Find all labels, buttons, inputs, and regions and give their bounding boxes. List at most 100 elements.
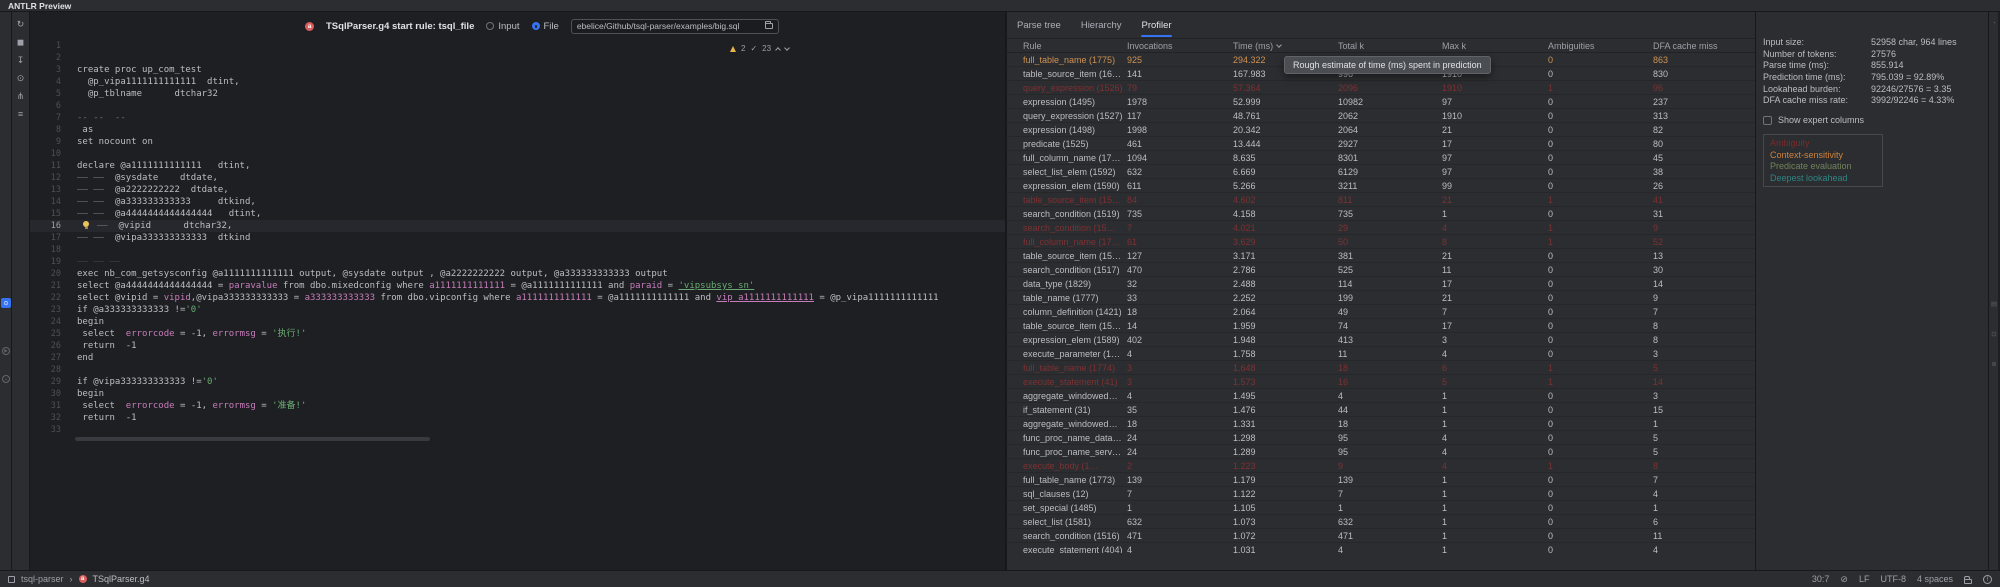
table-row[interactable]: set_special (1485)11.1051101 xyxy=(1007,501,1755,515)
refresh-icon[interactable]: ↻ xyxy=(15,19,27,30)
table-row[interactable]: table_source_item (15…1273.17138121013 xyxy=(1007,249,1755,263)
column-header[interactable]: Invocations xyxy=(1127,41,1233,51)
code-line[interactable]: 5 @p_tblname dtchar32 xyxy=(30,88,1005,100)
tab-parse-tree[interactable]: Parse tree xyxy=(1017,12,1061,38)
column-header[interactable]: Ambiguities xyxy=(1548,41,1653,51)
code-line[interactable]: 15―― ―― @a4444444444444444 dtint, xyxy=(30,208,1005,220)
table-row[interactable]: query_expression (1526)7957.364209619101… xyxy=(1007,81,1755,95)
inspection-widget[interactable]: 2 ✓ 23 xyxy=(730,44,789,53)
line-ending[interactable]: LF xyxy=(1859,574,1870,584)
table-row[interactable]: if_statement (31)351.476441015 xyxy=(1007,403,1755,417)
table-row[interactable]: full_column_name (17…613.629508152 xyxy=(1007,235,1755,249)
table-row[interactable]: table_source_item (15…141.959741708 xyxy=(1007,319,1755,333)
table-row[interactable]: aggregate_windowed…41.4954103 xyxy=(1007,389,1755,403)
code-line[interactable]: 20exec nb_com_getsysconfig @a11111111111… xyxy=(30,268,1005,280)
list-icon[interactable]: ≡ xyxy=(15,109,27,120)
table-row[interactable]: search_condition (1516)4711.0724711011 xyxy=(1007,529,1755,543)
code-line[interactable]: 9set nocount on xyxy=(30,136,1005,148)
table-row[interactable]: expression_elem (1589)4021.948413308 xyxy=(1007,333,1755,347)
tab-hierarchy[interactable]: Hierarchy xyxy=(1081,12,1122,38)
table-row[interactable]: expression_elem (1590)6115.266321199026 xyxy=(1007,179,1755,193)
input-radio[interactable]: Input xyxy=(486,21,519,32)
breadcrumb-project[interactable]: tsql-parser xyxy=(21,574,64,584)
next-issue-icon[interactable] xyxy=(784,45,790,51)
code-line[interactable]: 26 return -1 xyxy=(30,340,1005,352)
column-header[interactable]: DFA cache miss xyxy=(1653,41,1755,51)
debug-toolwindow-button[interactable]: A xyxy=(2,375,10,383)
code-line[interactable]: 29if @vipa333333333333 !='0' xyxy=(30,376,1005,388)
table-row[interactable]: sql_clauses (12)71.1227104 xyxy=(1007,487,1755,501)
code-line[interactable]: 19―― ―― ―― xyxy=(30,256,1005,268)
column-header[interactable]: Time (ms) xyxy=(1233,41,1338,51)
breadcrumb-file[interactable]: TSqlParser.g4 xyxy=(93,574,150,584)
file-radio-circle[interactable] xyxy=(532,22,540,30)
code-line[interactable]: 2 xyxy=(30,52,1005,64)
no-wrap-icon[interactable]: ⊘ xyxy=(1840,574,1848,585)
table-row[interactable]: full_column_name (17…10948.635830197045 xyxy=(1007,151,1755,165)
code-line[interactable]: 32 return -1 xyxy=(30,412,1005,424)
hierarchy-icon[interactable]: ⋔ xyxy=(15,91,27,102)
code-area[interactable]: 123create proc up_com_test4 @p_vipa11111… xyxy=(30,40,1005,436)
code-line[interactable]: 4 @p_vipa1111111111111 dtint, xyxy=(30,76,1005,88)
plugin-icon[interactable]: ⊡ xyxy=(1990,330,1998,338)
table-row[interactable]: query_expression (1527)11748.76120621910… xyxy=(1007,109,1755,123)
checkbox-icon[interactable] xyxy=(1763,116,1772,125)
table-row[interactable]: column_definition (1421)182.06449707 xyxy=(1007,305,1755,319)
code-line[interactable]: 24begin xyxy=(30,316,1005,328)
table-row[interactable]: expression (1495)197852.99910982970237 xyxy=(1007,95,1755,109)
code-line[interactable]: 27end xyxy=(30,352,1005,364)
info-icon[interactable]: ! xyxy=(1983,575,1992,584)
readonly-lock-icon[interactable] xyxy=(1964,579,1972,584)
horizontal-scrollbar[interactable] xyxy=(75,437,430,441)
table-row[interactable]: execute_parameter (1…41.75811403 xyxy=(1007,347,1755,361)
code-line[interactable]: 8 as xyxy=(30,124,1005,136)
code-line[interactable]: 28 xyxy=(30,364,1005,376)
file-path-field[interactable]: ebelice/Github/tsql-parser/examples/big.… xyxy=(571,19,779,34)
table-row[interactable]: execute_statement (41)31.573165114 xyxy=(1007,375,1755,389)
code-line[interactable]: 16 ―― @vipid dtchar32, xyxy=(30,220,1005,232)
code-line[interactable]: 11declare @a1111111111111 dtint, xyxy=(30,160,1005,172)
table-row[interactable]: predicate (1525)46113.444292717080 xyxy=(1007,137,1755,151)
code-line[interactable]: 6 xyxy=(30,100,1005,112)
code-line[interactable]: 10 xyxy=(30,148,1005,160)
column-header[interactable]: Total k xyxy=(1338,41,1442,51)
database-icon[interactable]: ▤ xyxy=(1990,300,1998,308)
table-row[interactable]: func_proc_name_data…241.29895405 xyxy=(1007,431,1755,445)
project-icon[interactable] xyxy=(8,576,15,583)
table-row[interactable]: full_table_name (1774)31.64818615 xyxy=(1007,361,1755,375)
code-line[interactable]: 13―― ―― @a2222222222 dtdate, xyxy=(30,184,1005,196)
caret-position[interactable]: 30:7 xyxy=(1812,574,1830,584)
code-line[interactable]: 21select @a4444444444444444 = paravalue … xyxy=(30,280,1005,292)
column-header[interactable]: Rule xyxy=(1007,41,1127,51)
code-line[interactable]: 18 xyxy=(30,244,1005,256)
code-line[interactable]: 23if @a333333333333 !='0' xyxy=(30,304,1005,316)
locate-icon[interactable]: ⊙ xyxy=(15,73,27,84)
scroll-to-source-icon[interactable]: ↧ xyxy=(15,55,27,66)
table-row[interactable]: execute_body (1…21.2239418 xyxy=(1007,459,1755,473)
todo-icon[interactable]: ≣ xyxy=(1990,360,1998,368)
profiler-table-header[interactable]: RuleInvocationsTime (ms)Total kMax kAmbi… xyxy=(1007,38,1755,53)
code-line[interactable]: 22select @vipid = vipid,@vipa33333333333… xyxy=(30,292,1005,304)
code-line[interactable]: 33 xyxy=(30,424,1005,436)
notifications-icon[interactable]: ◔ xyxy=(1990,20,1998,27)
code-line[interactable]: 25 select errorcode = -1, errormsg = '执行… xyxy=(30,328,1005,340)
table-row[interactable]: data_type (1829)322.48811417014 xyxy=(1007,277,1755,291)
code-line[interactable]: 14―― ―― @a333333333333 dtkind, xyxy=(30,196,1005,208)
file-encoding[interactable]: UTF-8 xyxy=(1880,574,1906,584)
table-row[interactable]: search_condition (1519)7354.1587351031 xyxy=(1007,207,1755,221)
folder-icon[interactable] xyxy=(765,23,773,29)
stop-icon[interactable]: ◼ xyxy=(15,37,27,48)
table-row[interactable]: search_condition (1517)4702.78652511030 xyxy=(1007,263,1755,277)
antlr-preview-toolwindow-button[interactable]: ⊙ xyxy=(1,298,11,308)
table-row[interactable]: table_name (1777)332.2521992109 xyxy=(1007,291,1755,305)
input-radio-circle[interactable] xyxy=(486,22,494,30)
indent-setting[interactable]: 4 spaces xyxy=(1917,574,1953,584)
table-row[interactable]: table_source_item (15…844.60281121141 xyxy=(1007,193,1755,207)
intention-bulb-icon[interactable] xyxy=(82,220,91,230)
code-line[interactable]: 30begin xyxy=(30,388,1005,400)
table-row[interactable]: aggregate_windowed…181.33118101 xyxy=(1007,417,1755,431)
column-header[interactable]: Max k xyxy=(1442,41,1548,51)
table-row[interactable]: search_condition (15…74.02129419 xyxy=(1007,221,1755,235)
table-row[interactable]: func_proc_name_serv…241.28995405 xyxy=(1007,445,1755,459)
table-row[interactable]: select_list (1581)6321.073632106 xyxy=(1007,515,1755,529)
